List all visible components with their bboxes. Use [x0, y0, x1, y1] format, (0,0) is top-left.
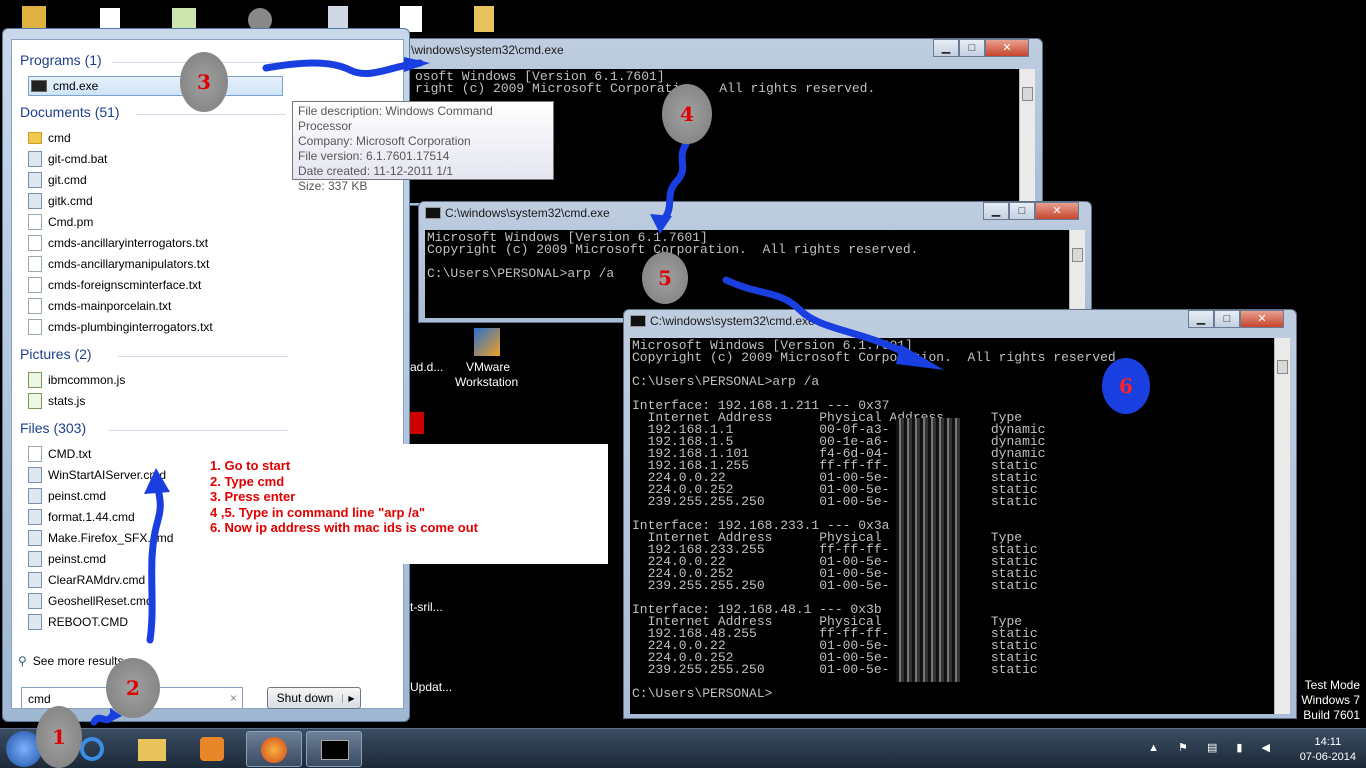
arrow-5-to-window-3 — [722, 276, 914, 359]
arrow-1-to-2 — [90, 712, 116, 726]
arrow-3-to-cmd-window — [262, 59, 424, 77]
step-circle-4: 4 — [662, 84, 712, 144]
system-clock[interactable]: 14:11 07-06-2014 — [1300, 735, 1356, 765]
step-circle-6: 6 — [1102, 358, 1150, 414]
step-circle-3: 3 — [180, 52, 228, 112]
taskbar-firefox-icon[interactable] — [246, 731, 302, 767]
taskbar: ▲ ⚑ ▤ ▮ ◀ 14:11 07-06-2014 — [0, 728, 1366, 768]
arrowhead — [144, 468, 170, 494]
step-circle-1: 1 — [36, 706, 82, 768]
step-circle-2: 2 — [106, 658, 160, 718]
system-tray-icons[interactable]: ▲ ⚑ ▤ ▮ ◀ — [1148, 741, 1278, 754]
taskbar-media-player-icon[interactable] — [184, 731, 240, 767]
step-circle-5: 5 — [642, 252, 688, 304]
arrowhead — [650, 214, 672, 234]
arrow-2-to-results — [146, 476, 164, 644]
arrowhead — [896, 344, 944, 370]
test-mode-watermark: Test Mode Windows 7 Build 7601 — [1301, 678, 1360, 722]
taskbar-cmd-icon[interactable] — [306, 731, 362, 767]
taskbar-explorer-icon[interactable] — [124, 731, 180, 767]
arrow-4-to-window-2 — [658, 140, 690, 226]
arrowhead — [404, 57, 430, 72]
